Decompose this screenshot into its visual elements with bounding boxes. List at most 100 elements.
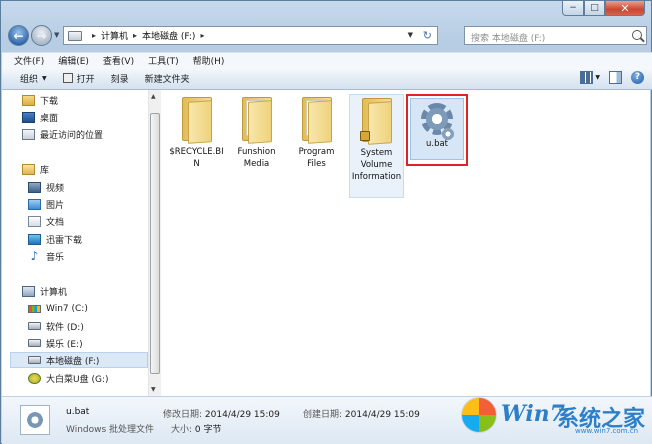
libraries-icon (22, 163, 35, 175)
nav-scrollbar[interactable]: ▲ ▼ (148, 90, 161, 396)
breadcrumb-separator[interactable]: ▸ (92, 31, 96, 40)
recent-pages-dropdown[interactable]: ▼ (54, 31, 59, 39)
menu-view[interactable]: 查看(V) (103, 54, 134, 67)
created-value: 2014/4/29 15:09 (344, 410, 420, 420)
nav-item-music[interactable]: ♪ 音乐 (28, 248, 148, 264)
menu-tools[interactable]: 工具(T) (148, 54, 179, 67)
scroll-down-icon[interactable]: ▼ (151, 386, 156, 393)
folder-icon (300, 97, 334, 144)
download-folder-icon (22, 94, 35, 106)
pictures-library-icon (28, 198, 41, 210)
file-item-system-volume-information[interactable]: System Volume Information (349, 94, 404, 198)
drive-icon (28, 356, 41, 364)
navigation-row: ← → ▼ ▸ 计算机 ▸ 本地磁盘 (F:) ▸ ▼ ↻ 搜索 本地磁盘 (F… (7, 24, 647, 48)
menu-file[interactable]: 文件(F) (14, 54, 44, 67)
new-folder-button[interactable]: 新建文件夹 (145, 72, 190, 85)
nav-item-drive-d[interactable]: 软件 (D:) (28, 318, 148, 334)
computer-icon (22, 285, 35, 297)
minimize-button[interactable]: − (562, 1, 584, 16)
scrollbar-thumb[interactable] (150, 113, 160, 374)
gear-icon (25, 410, 45, 430)
forward-button[interactable]: → (31, 25, 52, 46)
search-placeholder: 搜索 本地磁盘 (F:) (471, 34, 546, 44)
address-bar[interactable]: ▸ 计算机 ▸ 本地磁盘 (F:) ▸ ▼ ↻ (63, 26, 438, 45)
open-button[interactable]: 打开 (62, 72, 95, 85)
view-controls: ▼ ? (571, 71, 644, 84)
nav-item-libraries[interactable]: 库 (22, 161, 148, 177)
computer-location-icon (68, 30, 82, 41)
open-icon (62, 73, 73, 83)
nav-item-videos[interactable]: 视频 (28, 179, 148, 195)
watermark-url: www.win7.com.cn (575, 427, 639, 435)
breadcrumb-separator[interactable]: ▸ (133, 31, 137, 40)
nav-item-documents[interactable]: 文档 (28, 213, 148, 229)
menu-help[interactable]: 帮助(H) (193, 54, 225, 67)
breadcrumb-drive-f[interactable]: 本地磁盘 (F:) (142, 29, 195, 42)
chevron-down-icon: ▼ (42, 74, 47, 82)
window-controls: − □ ✕ (562, 1, 645, 16)
nav-label: Win7 (C:) (46, 304, 88, 314)
nav-label: 迅雷下载 (46, 235, 83, 246)
menu-edit[interactable]: 编辑(E) (58, 54, 89, 67)
file-item-funshion-media[interactable]: Funshion Media (229, 94, 284, 198)
back-button[interactable]: ← (8, 25, 29, 46)
preview-pane-icon[interactable] (609, 71, 622, 84)
file-name: $RECYCLE.BIN (169, 147, 224, 169)
breadcrumb-separator[interactable]: ▸ (200, 31, 204, 40)
nav-item-recent[interactable]: 最近访问的位置 (22, 126, 148, 142)
refresh-icon[interactable]: ↻ (423, 29, 432, 42)
address-dropdown-icon[interactable]: ▼ (408, 31, 413, 39)
title-bar: − □ ✕ (1, 1, 651, 19)
open-label: 打开 (76, 74, 95, 85)
file-name: u.bat (425, 139, 449, 149)
size-label: 大小: (171, 425, 193, 435)
folder-icon (180, 97, 214, 144)
nav-item-xunlei[interactable]: 迅雷下载 (28, 231, 148, 247)
search-icon[interactable] (632, 30, 642, 40)
xunlei-icon (28, 233, 41, 245)
nav-item-drive-c[interactable]: Win7 (C:) (28, 301, 148, 317)
chevron-down-icon[interactable]: ▼ (595, 74, 600, 81)
nav-item-computer[interactable]: 计算机 (22, 283, 148, 299)
search-input[interactable]: 搜索 本地磁盘 (F:) (464, 26, 647, 45)
nav-item-downloads[interactable]: 下载 (22, 92, 148, 108)
nav-item-desktop[interactable]: 桌面 (22, 109, 148, 125)
explorer-window: − □ ✕ ← → ▼ ▸ 计算机 ▸ 本地磁盘 (F:) ▸ ▼ ↻ 搜索 本… (0, 0, 652, 444)
file-name: Funshion Media (237, 147, 276, 169)
burn-button[interactable]: 刻录 (111, 72, 129, 85)
watermark-brand: Win7 (501, 401, 565, 427)
scroll-up-icon[interactable]: ▲ (151, 93, 156, 100)
file-item-recycle-bin[interactable]: $RECYCLE.BIN (169, 94, 224, 198)
created-label: 创建日期: (303, 410, 343, 420)
nav-item-drive-f[interactable]: 本地磁盘 (F:) (10, 352, 148, 368)
windows-logo-icon (461, 397, 497, 433)
nav-label: 图片 (46, 200, 65, 211)
file-name: Program Files (298, 147, 335, 169)
burn-label: 刻录 (110, 74, 129, 85)
details-modified: 修改日期: 2014/4/29 15:09 (163, 407, 280, 420)
details-file-name: u.bat (66, 407, 90, 417)
change-view-icon[interactable] (580, 71, 594, 84)
maximize-button[interactable]: □ (584, 1, 605, 16)
music-library-icon: ♪ (30, 248, 39, 263)
close-button[interactable]: ✕ (605, 1, 645, 16)
help-icon[interactable]: ? (631, 71, 644, 84)
watermark-logo: Win7 系统之家 www.win7.com.cn (457, 391, 647, 441)
recent-places-icon (22, 128, 35, 140)
selection-highlight: u.bat (410, 98, 464, 160)
nav-label: 视频 (46, 183, 65, 194)
nav-label: 计算机 (40, 287, 68, 298)
file-item-program-files[interactable]: Program Files (289, 94, 344, 198)
nav-item-drive-e[interactable]: 娱乐 (E:) (28, 335, 148, 351)
organize-button[interactable]: 组织 ▼ (20, 72, 47, 85)
nav-label: 本地磁盘 (F:) (46, 356, 100, 367)
nav-item-pictures[interactable]: 图片 (28, 196, 148, 212)
nav-label: 库 (40, 165, 50, 176)
breadcrumb-computer[interactable]: 计算机 (101, 29, 128, 42)
nav-item-drive-g[interactable]: 大白菜U盘 (G:) (28, 370, 148, 386)
locked-folder-icon (359, 98, 394, 145)
modified-label: 修改日期: (163, 410, 203, 420)
video-library-icon (28, 181, 41, 193)
documents-library-icon (28, 215, 41, 227)
file-item-u-bat[interactable]: u.bat (406, 94, 468, 166)
